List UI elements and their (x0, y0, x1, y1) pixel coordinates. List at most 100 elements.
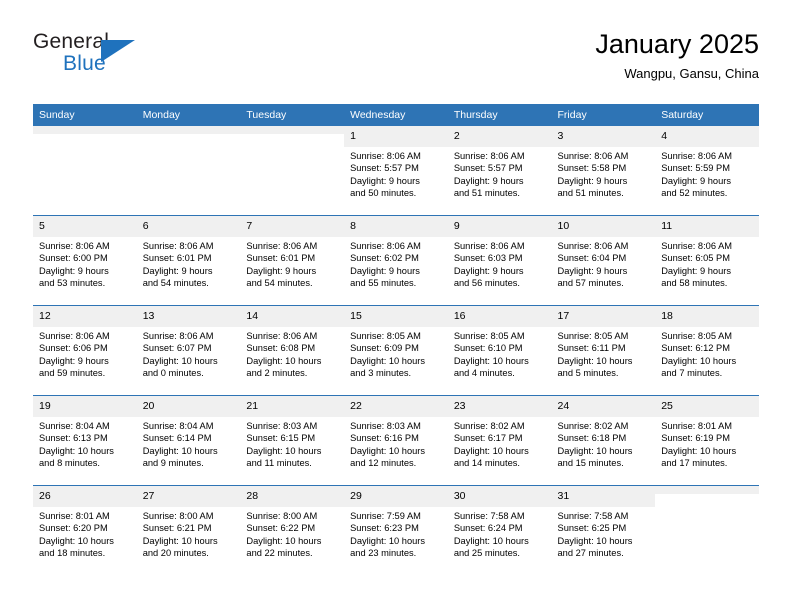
calendar-cell-day[interactable]: 15 Sunrise: 8:05 AM Sunset: 6:09 PM Dayligh… (344, 305, 448, 396)
daylight-text-line1: Daylight: 10 hours (246, 355, 322, 366)
sunset-text: Sunset: 6:19 PM (661, 433, 730, 444)
daylight-text-line2: and 5 minutes. (557, 368, 619, 379)
daylight-text-line2: and 22 minutes. (246, 548, 313, 559)
day-details: Sunrise: 8:06 AM Sunset: 6:01 PM Daylight:… (137, 237, 241, 290)
calendar-cell-day[interactable]: 4 Sunrise: 8:06 AM Sunset: 5:59 PM Daylight… (655, 126, 759, 216)
calendar-cell-day[interactable]: 9 Sunrise: 8:06 AM Sunset: 6:03 PM Daylight… (447, 215, 552, 306)
sunrise-text: Sunrise: 8:04 AM (142, 421, 214, 431)
calendar-cell-day[interactable]: 28 Sunrise: 8:00 AM Sunset: 6:22 PM Dayligh… (240, 485, 345, 575)
daylight-text-line1: Daylight: 10 hours (453, 445, 529, 456)
calendar-cell-day[interactable]: 5 Sunrise: 8:06 AM Sunset: 6:00 PM Daylight… (33, 215, 137, 306)
sunrise-text: Sunrise: 8:06 AM (142, 241, 214, 251)
sunset-text: Sunset: 5:59 PM (661, 163, 730, 174)
calendar-cell-day[interactable]: 1 Sunrise: 8:06 AM Sunset: 5:57 PM Daylight… (344, 126, 448, 216)
day-number: 21 (240, 396, 345, 417)
daylight-text-line1: Daylight: 10 hours (142, 355, 218, 366)
day-number: 12 (33, 306, 137, 327)
calendar-cell-day[interactable]: 10 Sunrise: 8:06 AM Sunset: 6:04 PM Dayligh… (551, 215, 656, 306)
day-details: Sunrise: 8:06 AM Sunset: 6:05 PM Daylight:… (655, 237, 759, 290)
title-block: January 2025 Wangpu, Gansu, China (595, 28, 759, 83)
daylight-text-line2: and 14 minutes. (453, 458, 520, 469)
calendar-cell-day[interactable]: 12 Sunrise: 8:06 AM Sunset: 6:06 PM Dayligh… (33, 305, 137, 396)
calendar-cell-day[interactable]: 18 Sunrise: 8:05 AM Sunset: 6:12 PM Dayligh… (655, 305, 759, 396)
calendar-cell-empty (33, 126, 137, 216)
sunrise-text: Sunrise: 8:06 AM (350, 241, 421, 251)
daylight-text-line2: and 23 minutes. (350, 548, 417, 559)
day-details: Sunrise: 8:01 AM Sunset: 6:20 PM Daylight:… (33, 507, 137, 560)
sunrise-text: Sunrise: 8:06 AM (557, 241, 629, 251)
daylight-text-line2: and 2 minutes. (246, 368, 308, 379)
sunset-text: Sunset: 6:09 PM (350, 343, 419, 354)
daylight-text-line1: Daylight: 9 hours (453, 265, 524, 276)
sunrise-text: Sunrise: 7:58 AM (557, 511, 629, 521)
day-details: Sunrise: 8:06 AM Sunset: 6:07 PM Daylight:… (137, 327, 241, 380)
daylight-text-line2: and 25 minutes. (453, 548, 520, 559)
daylight-text-line2: and 56 minutes. (453, 278, 520, 289)
calendar-cell-day[interactable]: 23 Sunrise: 8:02 AM Sunset: 6:17 PM Dayligh… (447, 395, 552, 486)
sunset-text: Sunset: 6:22 PM (246, 523, 316, 534)
calendar-cell-day[interactable]: 17 Sunrise: 8:05 AM Sunset: 6:11 PM Dayligh… (551, 305, 656, 396)
calendar-cell-day[interactable]: 20 Sunrise: 8:04 AM Sunset: 6:14 PM Dayligh… (136, 395, 241, 486)
day-details: Sunrise: 8:03 AM Sunset: 6:16 PM Daylight:… (344, 417, 448, 470)
day-number: 20 (136, 396, 241, 417)
calendar-cell-day[interactable]: 3 Sunrise: 8:06 AM Sunset: 5:58 PM Daylight… (551, 126, 656, 216)
sunset-text: Sunset: 6:25 PM (557, 523, 627, 534)
sunset-text: Sunset: 6:03 PM (453, 253, 523, 264)
daylight-text-line2: and 15 minutes. (557, 458, 624, 469)
sunset-text: Sunset: 6:10 PM (453, 343, 523, 354)
sunset-text: Sunset: 6:12 PM (661, 343, 730, 354)
day-details: Sunrise: 8:02 AM Sunset: 6:17 PM Daylight:… (448, 417, 552, 470)
sunset-text: Sunset: 6:18 PM (557, 433, 627, 444)
calendar-cell-day[interactable]: 2 Sunrise: 8:06 AM Sunset: 5:57 PM Daylight… (447, 126, 552, 216)
calendar-cell-day[interactable]: 19 Sunrise: 8:04 AM Sunset: 6:13 PM Dayligh… (33, 395, 137, 486)
sunrise-text: Sunrise: 8:06 AM (350, 151, 421, 161)
calendar-cell-day[interactable]: 26 Sunrise: 8:01 AM Sunset: 6:20 PM Dayligh… (33, 485, 137, 575)
calendar-cell-day[interactable]: 31 Sunrise: 7:58 AM Sunset: 6:25 PM Dayligh… (551, 485, 656, 575)
daylight-text-line1: Daylight: 9 hours (350, 265, 420, 276)
calendar-cell-day[interactable]: 8 Sunrise: 8:06 AM Sunset: 6:02 PM Daylight… (344, 215, 448, 306)
day-details: Sunrise: 8:05 AM Sunset: 6:10 PM Daylight:… (448, 327, 552, 380)
weekday-header-friday: Friday (551, 104, 656, 126)
calendar-cell-day[interactable]: 24 Sunrise: 8:02 AM Sunset: 6:18 PM Dayligh… (551, 395, 656, 486)
weekday-header-saturday: Saturday (655, 104, 759, 126)
calendar-cell-day[interactable]: 25 Sunrise: 8:01 AM Sunset: 6:19 PM Dayligh… (655, 395, 759, 486)
day-number: 3 (551, 126, 656, 147)
calendar-week-row: 19 Sunrise: 8:04 AM Sunset: 6:13 PM Dayligh… (33, 395, 759, 486)
sunrise-text: Sunrise: 8:06 AM (39, 331, 110, 341)
calendar-cell-day[interactable]: 7 Sunrise: 8:06 AM Sunset: 6:01 PM Daylight… (240, 215, 345, 306)
daylight-text-line1: Daylight: 10 hours (453, 535, 529, 546)
day-details: Sunrise: 8:00 AM Sunset: 6:22 PM Daylight:… (240, 507, 344, 560)
calendar-cell-day[interactable]: 30 Sunrise: 7:58 AM Sunset: 6:24 PM Dayligh… (447, 485, 552, 575)
daylight-text-line1: Daylight: 10 hours (246, 445, 322, 456)
calendar-cell-day[interactable]: 22 Sunrise: 8:03 AM Sunset: 6:16 PM Dayligh… (344, 395, 448, 486)
sunrise-text: Sunrise: 8:03 AM (246, 421, 318, 431)
sunset-text: Sunset: 6:14 PM (142, 433, 212, 444)
day-details: Sunrise: 8:06 AM Sunset: 5:59 PM Daylight:… (655, 147, 759, 200)
calendar-cell-day[interactable]: 13 Sunrise: 8:06 AM Sunset: 6:07 PM Dayligh… (136, 305, 241, 396)
calendar-cell-day[interactable]: 29 Sunrise: 7:59 AM Sunset: 6:23 PM Dayligh… (344, 485, 448, 575)
daylight-text-line1: Daylight: 10 hours (557, 445, 633, 456)
day-details: Sunrise: 8:06 AM Sunset: 6:08 PM Daylight:… (240, 327, 344, 380)
daylight-text-line2: and 55 minutes. (350, 278, 417, 289)
day-details: Sunrise: 8:05 AM Sunset: 6:09 PM Daylight:… (344, 327, 448, 380)
calendar-cell-day[interactable]: 14 Sunrise: 8:06 AM Sunset: 6:08 PM Dayligh… (240, 305, 345, 396)
daylight-text-line1: Daylight: 10 hours (557, 535, 633, 546)
daylight-text-line2: and 27 minutes. (557, 548, 624, 559)
calendar-cell-day[interactable]: 21 Sunrise: 8:03 AM Sunset: 6:15 PM Dayligh… (240, 395, 345, 486)
day-number: 24 (551, 396, 656, 417)
daylight-text-line2: and 11 minutes. (246, 458, 312, 469)
general-blue-logo[interactable]: General Blue (33, 30, 173, 86)
sunrise-text: Sunrise: 8:06 AM (246, 241, 318, 251)
calendar-cell-day[interactable]: 6 Sunrise: 8:06 AM Sunset: 6:01 PM Daylight… (136, 215, 241, 306)
weekday-header-wednesday: Wednesday (344, 104, 448, 126)
calendar-cell-day[interactable]: 11 Sunrise: 8:06 AM Sunset: 6:05 PM Dayligh… (655, 215, 759, 306)
daylight-text-line1: Daylight: 9 hours (39, 265, 109, 276)
day-details: Sunrise: 7:58 AM Sunset: 6:24 PM Daylight:… (448, 507, 552, 560)
daylight-text-line1: Daylight: 10 hours (453, 355, 529, 366)
daylight-text-line2: and 8 minutes. (39, 458, 100, 469)
sunrise-text: Sunrise: 8:06 AM (661, 151, 733, 161)
sunset-text: Sunset: 5:58 PM (557, 163, 627, 174)
calendar-cell-day[interactable]: 16 Sunrise: 8:05 AM Sunset: 6:10 PM Dayligh… (447, 305, 552, 396)
sunset-text: Sunset: 6:01 PM (142, 253, 212, 264)
calendar-cell-day[interactable]: 27 Sunrise: 8:00 AM Sunset: 6:21 PM Dayligh… (136, 485, 241, 575)
